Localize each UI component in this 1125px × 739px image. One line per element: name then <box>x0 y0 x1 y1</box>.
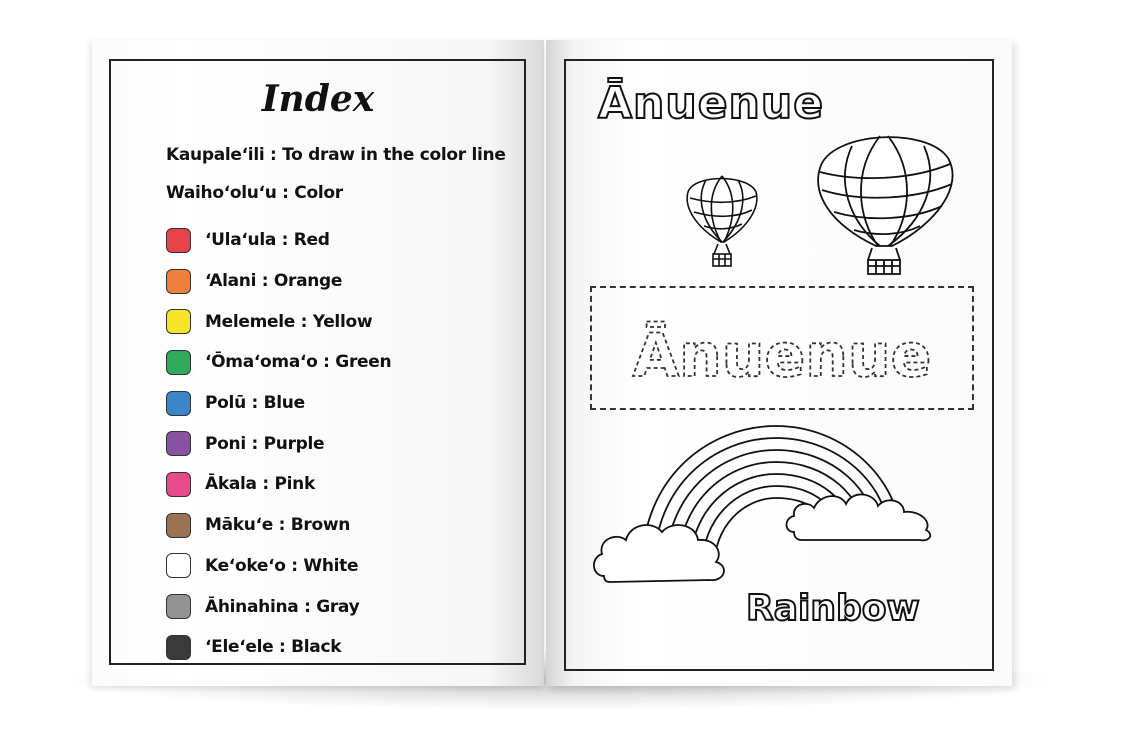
color-list-item: Āhinahina : Gray <box>166 586 391 627</box>
color-list-item: Melemele : Yellow <box>166 301 391 342</box>
color-swatch <box>166 309 191 335</box>
color-label: Polū : Blue <box>205 393 305 414</box>
rainbow-caption: Rainbow <box>745 587 921 630</box>
color-list-item: Mākuʻe : Brown <box>166 505 391 546</box>
color-label: Mākuʻe : Brown <box>205 515 351 536</box>
left-page: Index Kaupaleʻili : To draw in the color… <box>92 40 544 686</box>
color-label: Ākala : Pink <box>205 474 315 495</box>
hot-air-balloon-icon <box>817 135 954 275</box>
anuenue-trace-word: Ānuenue <box>633 320 932 391</box>
index-title: Index <box>261 78 375 120</box>
color-label: ʻŌmaʻomaʻo : Green <box>205 352 392 373</box>
color-list-item: Keʻokeʻo : White <box>166 546 391 587</box>
color-list-item: ʻEleʻele : Black <box>166 627 391 668</box>
color-list-item: ʻUlaʻula : Red <box>166 220 391 261</box>
color-swatch <box>166 553 191 579</box>
color-list-item: Polū : Blue <box>166 383 391 424</box>
color-label: Āhinahina : Gray <box>205 596 360 617</box>
definition-waiholuu: Waihoʻoluʻu : Color <box>166 183 343 203</box>
color-label: Melemele : Yellow <box>205 311 373 332</box>
definition-kaupaleili: Kaupaleʻili : To draw in the color line <box>166 145 506 165</box>
tracing-guide: Ānuenue <box>632 319 932 392</box>
color-list: ʻUlaʻula : Red ʻAlani : Orange Melemele : … <box>166 220 392 668</box>
right-page: Ānuenue Ānuenue Rainbow <box>546 40 1012 686</box>
color-label: ʻAlani : Orange <box>205 271 343 292</box>
hot-air-balloon-icon <box>686 175 758 267</box>
color-swatch <box>166 349 191 375</box>
color-label: Poni : Purple <box>205 433 325 454</box>
cloud-icon <box>785 493 932 542</box>
color-swatch <box>166 512 191 538</box>
color-list-item: ʻAlani : Orange <box>166 261 391 302</box>
color-swatch <box>166 634 191 660</box>
color-swatch <box>166 227 191 253</box>
color-label: Keʻokeʻo : White <box>205 555 359 576</box>
color-swatch <box>166 594 191 620</box>
color-swatch <box>166 471 191 497</box>
color-swatch <box>166 431 191 457</box>
cloud-icon <box>593 524 725 583</box>
color-swatch <box>166 268 191 294</box>
color-swatch <box>166 390 191 416</box>
anuenue-title: Ānuenue <box>597 77 825 130</box>
color-list-item: Ākala : Pink <box>166 464 391 505</box>
color-list-item: ʻŌmaʻomaʻo : Green <box>166 342 392 383</box>
color-label: ʻUlaʻula : Red <box>205 230 330 251</box>
color-label: ʻEleʻele : Black <box>205 637 342 658</box>
color-list-item: Poni : Purple <box>166 423 391 464</box>
tracing-box[interactable]: Ānuenue <box>590 286 974 410</box>
